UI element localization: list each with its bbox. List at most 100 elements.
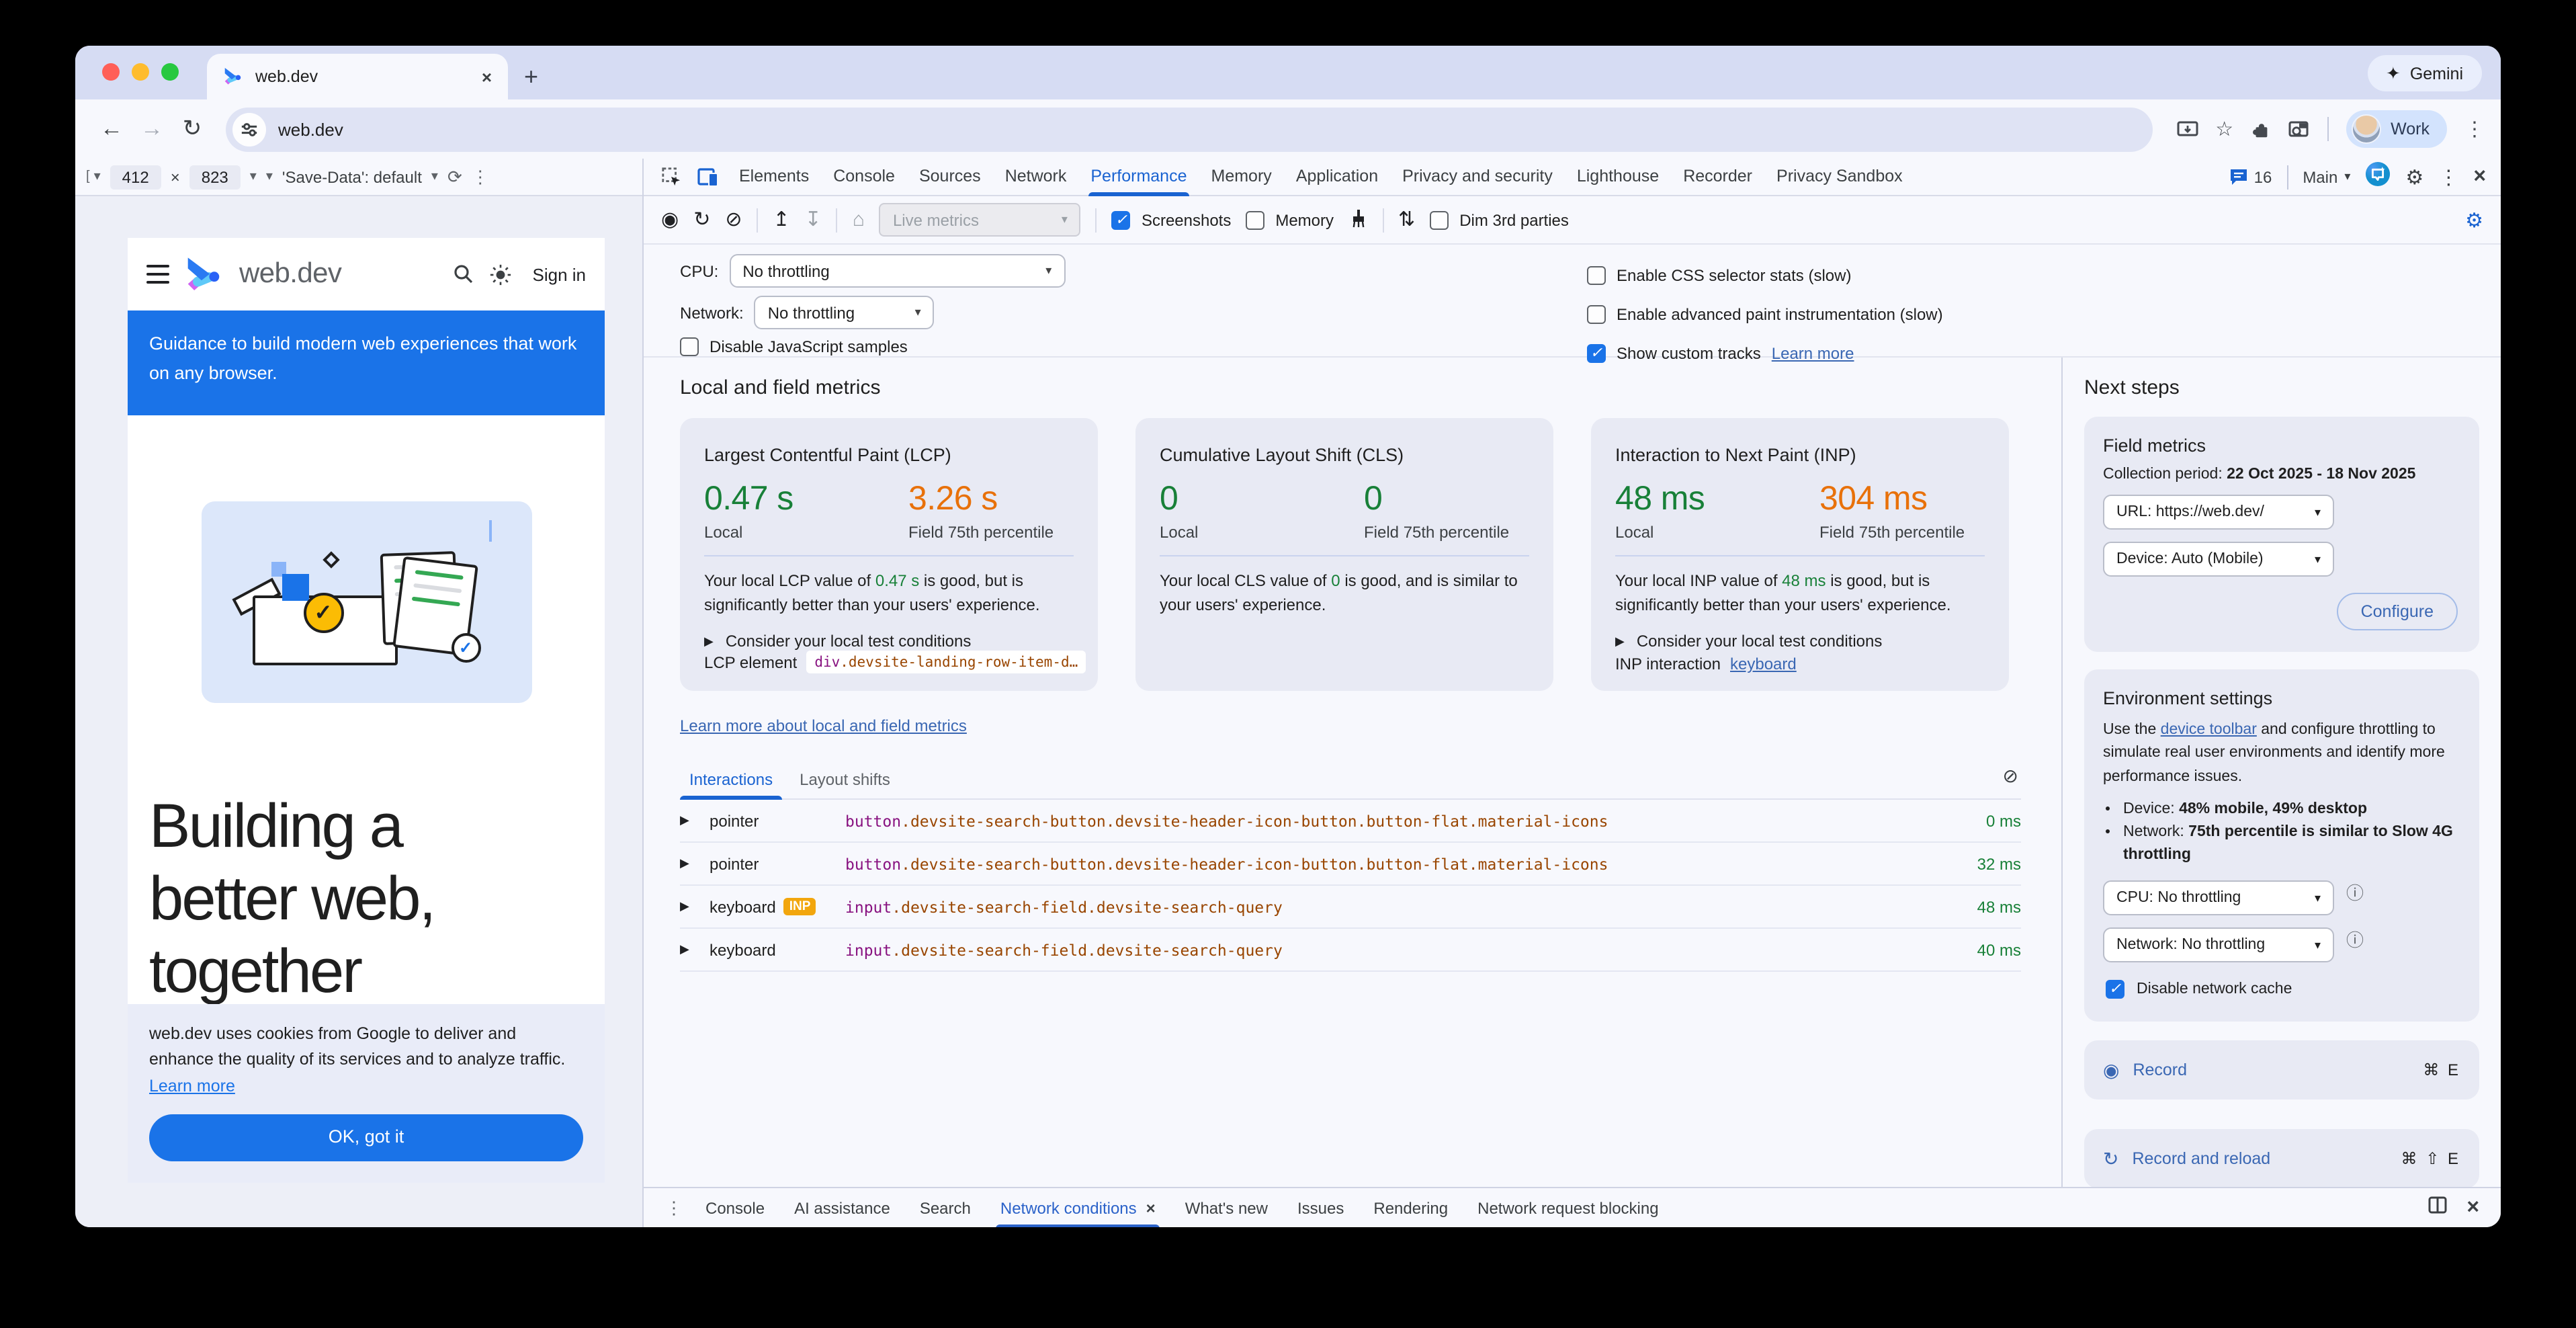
drawer-tab-network-conditions[interactable]: Network conditions × — [986, 1188, 1170, 1227]
site-search-icon[interactable] — [454, 263, 475, 285]
history-dropdown[interactable]: Live metrics ▾ — [879, 203, 1081, 237]
new-tab-button[interactable]: + — [524, 65, 538, 89]
tab-elements[interactable]: Elements — [727, 158, 821, 196]
device-preset-dropdown[interactable]: [▾ — [86, 169, 101, 184]
theme-toggle-icon[interactable] — [490, 263, 513, 286]
device-menu-icon[interactable]: ⋮ — [472, 166, 489, 188]
toggle-device-toolbar-icon[interactable] — [689, 167, 727, 186]
disclosure-triangle-icon[interactable]: ▶ — [680, 856, 710, 871]
screenshots-checkbox[interactable]: ✓ Screenshots — [1112, 210, 1231, 229]
clear-log-icon[interactable]: ⊘ — [2003, 765, 2018, 788]
split-panel-icon[interactable] — [2428, 1196, 2446, 1220]
disclosure-triangle-icon[interactable]: ▶ — [680, 899, 710, 914]
ai-assistant-icon[interactable] — [2365, 161, 2391, 193]
tab-recorder[interactable]: Recorder — [1671, 158, 1764, 196]
device-height-input[interactable]: 823 — [189, 165, 241, 189]
drawer-tab-rendering[interactable]: Rendering — [1359, 1188, 1463, 1227]
drawer-tab-network-request-blocking[interactable]: Network request blocking — [1463, 1188, 1673, 1227]
cpu-throttling-select[interactable]: No throttling▾ — [729, 254, 1065, 288]
tab-interactions[interactable]: Interactions — [680, 763, 782, 798]
close-drawer-tab-icon[interactable]: × — [1146, 1198, 1156, 1217]
tab-memory[interactable]: Memory — [1199, 158, 1284, 196]
save-data-dropdown[interactable]: 'Save-Data': default — [282, 167, 422, 186]
dim-3rd-parties-checkbox[interactable]: Dim 3rd parties — [1430, 210, 1569, 229]
disclosure-triangle-icon[interactable]: ▶ — [680, 942, 710, 957]
tab-performance[interactable]: Performance — [1078, 158, 1199, 196]
forward-button[interactable]: → — [132, 116, 172, 142]
drawer-tab-ai-assistance[interactable]: AI assistance — [779, 1188, 905, 1227]
sign-in-link[interactable]: Sign in — [533, 264, 587, 284]
bookmark-star-icon[interactable]: ☆ — [2215, 117, 2233, 141]
collect-garbage-icon[interactable] — [1348, 208, 1367, 232]
table-row[interactable]: ▶ pointer button.devsite-search-button.d… — [680, 843, 2021, 886]
extensions-puzzle-icon[interactable] — [2251, 119, 2271, 139]
clear-recording-icon[interactable]: ⊘ — [725, 210, 742, 230]
cookie-learn-more-link[interactable]: Learn more — [149, 1076, 235, 1095]
env-network-select[interactable]: Network: No throttling▾ — [2103, 928, 2334, 963]
shortcuts-dialog-icon[interactable]: ⇅ — [1398, 210, 1415, 230]
inp-consider-disclosure[interactable]: ▶ Consider your local test conditions — [1615, 632, 1985, 651]
profile-button[interactable]: Work — [2346, 110, 2447, 148]
css-selector-stats-checkbox[interactable]: Enable CSS selector stats (slow) — [1587, 258, 1943, 292]
tab-layout-shifts[interactable]: Layout shifts — [790, 763, 900, 798]
reload-button[interactable]: ↻ — [172, 116, 212, 142]
minimize-window-button[interactable] — [132, 63, 149, 81]
tab-close-icon[interactable]: × — [482, 67, 492, 87]
metrics-learn-more-link[interactable]: Learn more about local and field metrics — [680, 716, 967, 735]
cookie-ok-button[interactable]: OK, got it — [149, 1114, 583, 1161]
maximize-window-button[interactable] — [161, 63, 179, 81]
close-window-button[interactable] — [102, 63, 120, 81]
env-cpu-select[interactable]: CPU: No throttling▾ — [2103, 881, 2334, 916]
tab-privacy-sandbox[interactable]: Privacy Sandbox — [1764, 158, 1915, 196]
drawer-menu-icon[interactable]: ⋮ — [657, 1197, 691, 1218]
table-row[interactable]: ▶ keyboardINP input.devsite-search-field… — [680, 886, 2021, 929]
inp-interaction-link[interactable]: keyboard — [1730, 655, 1797, 673]
throttle-dropdown[interactable]: ▾ — [266, 169, 273, 184]
tab-sources[interactable]: Sources — [907, 158, 993, 196]
table-row[interactable]: ▶ pointer button.devsite-search-button.d… — [680, 800, 2021, 843]
hamburger-menu-icon[interactable] — [146, 265, 169, 284]
tab-lighthouse[interactable]: Lighthouse — [1565, 158, 1671, 196]
main-context-dropdown[interactable]: Main ▾ — [2303, 167, 2350, 186]
disclosure-triangle-icon[interactable]: ▶ — [680, 813, 710, 828]
zoom-dropdown[interactable]: ▾ — [250, 169, 257, 184]
disable-js-samples-checkbox[interactable]: Disable JavaScript samples — [680, 337, 1065, 356]
address-bar[interactable]: web.dev — [226, 107, 2152, 151]
capture-settings-gear-icon[interactable]: ⚙ — [2465, 208, 2483, 232]
browser-tab[interactable]: web.dev × — [207, 54, 508, 99]
drawer-tab-search[interactable]: Search — [905, 1188, 986, 1227]
install-icon[interactable] — [2176, 119, 2198, 139]
field-url-select[interactable]: URL: https://web.dev/▾ — [2103, 495, 2334, 530]
disable-network-cache-checkbox[interactable]: ✓ Disable network cache — [2106, 981, 2460, 999]
inspect-element-icon[interactable] — [653, 167, 689, 187]
drawer-tab-console[interactable]: Console — [691, 1188, 779, 1227]
tab-privacy-security[interactable]: Privacy and security — [1390, 158, 1565, 196]
field-device-select[interactable]: Device: Auto (Mobile)▾ — [2103, 542, 2334, 577]
drawer-tab-whats-new[interactable]: What's new — [1170, 1188, 1283, 1227]
home-icon[interactable]: ⌂ — [853, 210, 865, 230]
configure-button[interactable]: Configure — [2337, 593, 2458, 630]
record-reload-icon[interactable]: ↻ — [693, 210, 710, 230]
site-settings-icon[interactable] — [232, 112, 266, 146]
browser-menu-icon[interactable]: ⋮ — [2464, 117, 2485, 141]
console-messages-button[interactable]: 16 — [2230, 167, 2272, 186]
back-button[interactable]: ← — [91, 116, 132, 142]
table-row[interactable]: ▶ keyboard input.devsite-search-field.de… — [680, 929, 2021, 972]
rotate-device-icon[interactable]: ⟳ — [447, 166, 462, 188]
drawer-tab-issues[interactable]: Issues — [1283, 1188, 1359, 1227]
record-icon[interactable]: ◉ — [661, 210, 679, 230]
save-profile-icon[interactable]: ↧ — [805, 210, 822, 230]
search-tabs-icon[interactable] — [2288, 119, 2310, 139]
record-button[interactable]: ◉ Record ⌘ E — [2084, 1041, 2479, 1100]
info-icon[interactable]: ⓘ — [2346, 927, 2364, 952]
devtools-close-icon[interactable]: × — [2473, 165, 2486, 189]
network-throttling-select[interactable]: No throttling▾ — [755, 296, 935, 329]
record-and-reload-button[interactable]: ↻ Record and reload ⌘ ⇧ E — [2084, 1130, 2479, 1187]
custom-tracks-checkbox[interactable]: ✓ Show custom tracks Learn more — [1587, 336, 1943, 370]
tab-console[interactable]: Console — [821, 158, 907, 196]
load-profile-icon[interactable]: ↥ — [773, 210, 790, 230]
devtools-menu-icon[interactable]: ⋮ — [2438, 165, 2458, 189]
device-width-input[interactable]: 412 — [110, 165, 161, 189]
device-toolbar-link[interactable]: device toolbar — [2161, 722, 2257, 738]
close-drawer-icon[interactable]: × — [2466, 1196, 2479, 1220]
